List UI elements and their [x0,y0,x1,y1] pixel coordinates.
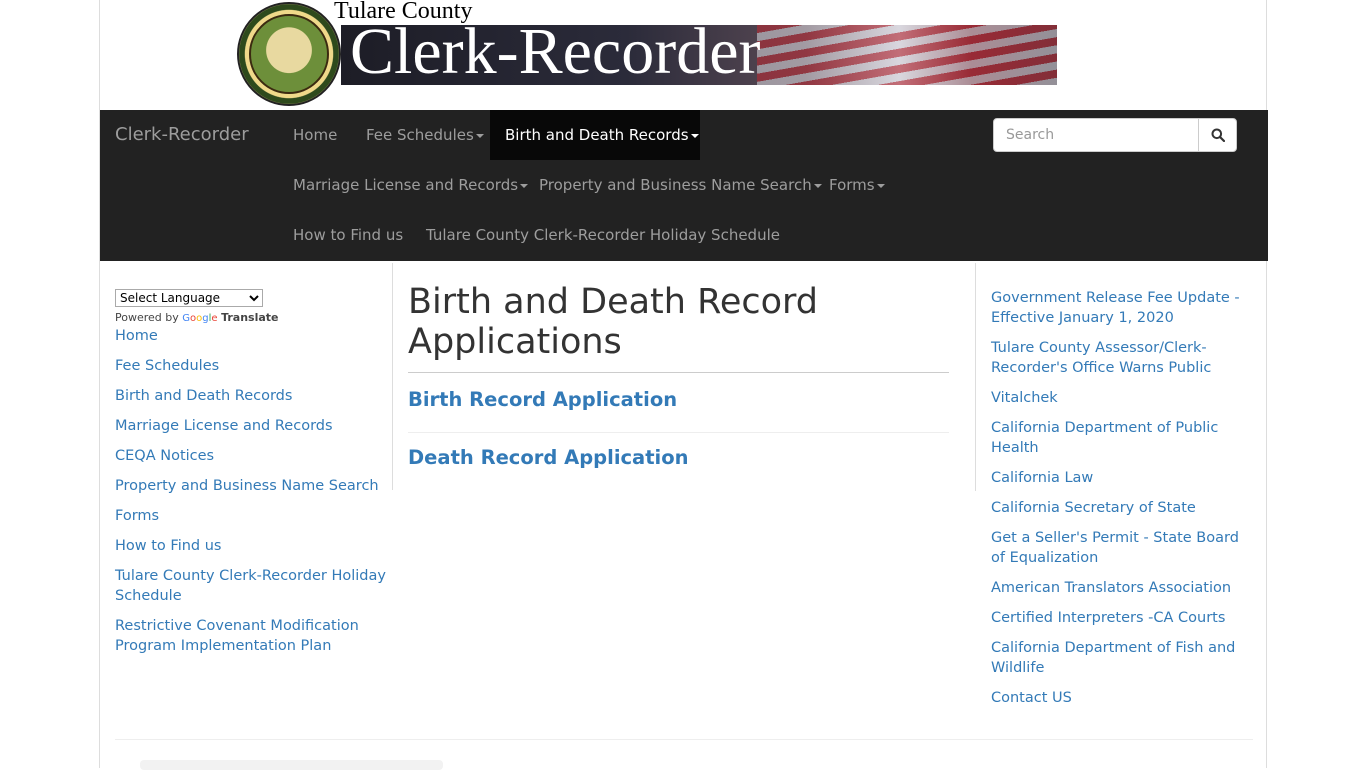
search-input[interactable] [993,118,1199,152]
nav-item-forms[interactable]: Forms [814,160,900,210]
nav-item-label: Fee Schedules [366,126,474,144]
powered-by-text: Powered by [115,311,179,324]
right-sidebar-link[interactable]: Get a Seller's Permit - State Board of E… [991,528,1253,568]
nav-item-label: How to Find us [293,226,404,244]
main-navbar: Clerk-Recorder Home Fee Schedules Birth … [100,110,1268,261]
right-sidebar-links: Government Release Fee Update - Effectiv… [991,288,1253,718]
caret-down-icon [690,133,699,138]
nav-item-label: Marriage License and Records [293,176,519,194]
right-sidebar-link[interactable]: California Secretary of State [991,498,1253,518]
nav-item-marriage-license[interactable]: Marriage License and Records [278,160,543,210]
nav-item-fee-schedules[interactable]: Fee Schedules [351,110,499,160]
section-divider [408,432,949,433]
right-sidebar-link[interactable]: California Law [991,468,1253,488]
nav-item-label: Birth and Death Records [505,126,689,144]
nav-item-label: Property and Business Name Search [539,176,812,194]
death-record-application-link[interactable]: Death Record Application [408,446,689,469]
page-title: Birth and Death Record Applications [408,282,819,362]
translate-link[interactable]: Translate [221,311,278,324]
title-divider [408,372,949,373]
left-sidebar-nav: Home Fee Schedules Birth and Death Recor… [115,326,390,666]
right-sidebar-link[interactable]: Tulare County Assessor/Clerk-Recorder's … [991,338,1253,378]
right-sidebar-link[interactable]: California Department of Fish and Wildli… [991,638,1253,678]
google-translate-widget: Select Language [115,287,263,307]
banner-title: Clerk-Recorder [350,15,761,88]
right-sidebar-link[interactable]: Vitalchek [991,388,1253,408]
nav-item-property-business-search[interactable]: Property and Business Name Search [524,160,837,210]
nav-item-label: Home [293,126,338,144]
navbar-brand[interactable]: Clerk-Recorder [115,124,249,145]
right-sidebar-link[interactable]: American Translators Association [991,578,1253,598]
left-nav-link[interactable]: How to Find us [115,536,390,556]
left-nav-link[interactable]: Forms [115,506,390,526]
nav-item-label: Forms [829,176,875,194]
nav-item-holiday-schedule[interactable]: Tulare County Clerk-Recorder Holiday Sch… [411,210,795,260]
birth-record-application-link[interactable]: Birth Record Application [408,388,677,411]
footer-divider [115,739,1253,740]
right-sidebar-link[interactable]: Contact US [991,688,1253,708]
caret-down-icon [475,133,484,138]
language-select[interactable]: Select Language [115,289,263,307]
header-banner: Tulare County Clerk-Recorder [237,0,1057,110]
nav-item-how-to-find-us[interactable]: How to Find us [278,210,418,260]
left-column-divider [392,263,393,490]
county-seal-logo [237,2,341,106]
nav-item-home[interactable]: Home [278,110,352,160]
left-nav-link[interactable]: CEQA Notices [115,446,390,466]
left-nav-link[interactable]: Property and Business Name Search [115,476,390,496]
search-button[interactable] [1198,118,1237,152]
right-sidebar-link[interactable]: Government Release Fee Update - Effectiv… [991,288,1253,328]
right-column-divider [975,263,976,491]
nav-item-label: Tulare County Clerk-Recorder Holiday Sch… [426,226,780,244]
search-form [993,118,1238,152]
left-nav-link[interactable]: Fee Schedules [115,356,390,376]
search-icon [1211,128,1225,142]
footer-panel [140,760,443,770]
left-nav-link[interactable]: Home [115,326,390,346]
page-container: Tulare County Clerk-Recorder Clerk-Recor… [99,0,1268,770]
powered-by-google-translate: Powered by Google Translate [115,311,279,324]
left-nav-link[interactable]: Restrictive Covenant Modification Progra… [115,616,390,656]
right-sidebar-link[interactable]: Certified Interpreters -CA Courts [991,608,1253,628]
left-nav-link[interactable]: Marriage License and Records [115,416,390,436]
right-sidebar-link[interactable]: California Department of Public Health [991,418,1253,458]
caret-down-icon [876,183,885,188]
nav-item-birth-death-records[interactable]: Birth and Death Records [490,110,700,160]
google-logo[interactable]: Google [182,313,217,324]
left-nav-link[interactable]: Tulare County Clerk-Recorder Holiday Sch… [115,566,390,606]
left-nav-link[interactable]: Birth and Death Records [115,386,390,406]
